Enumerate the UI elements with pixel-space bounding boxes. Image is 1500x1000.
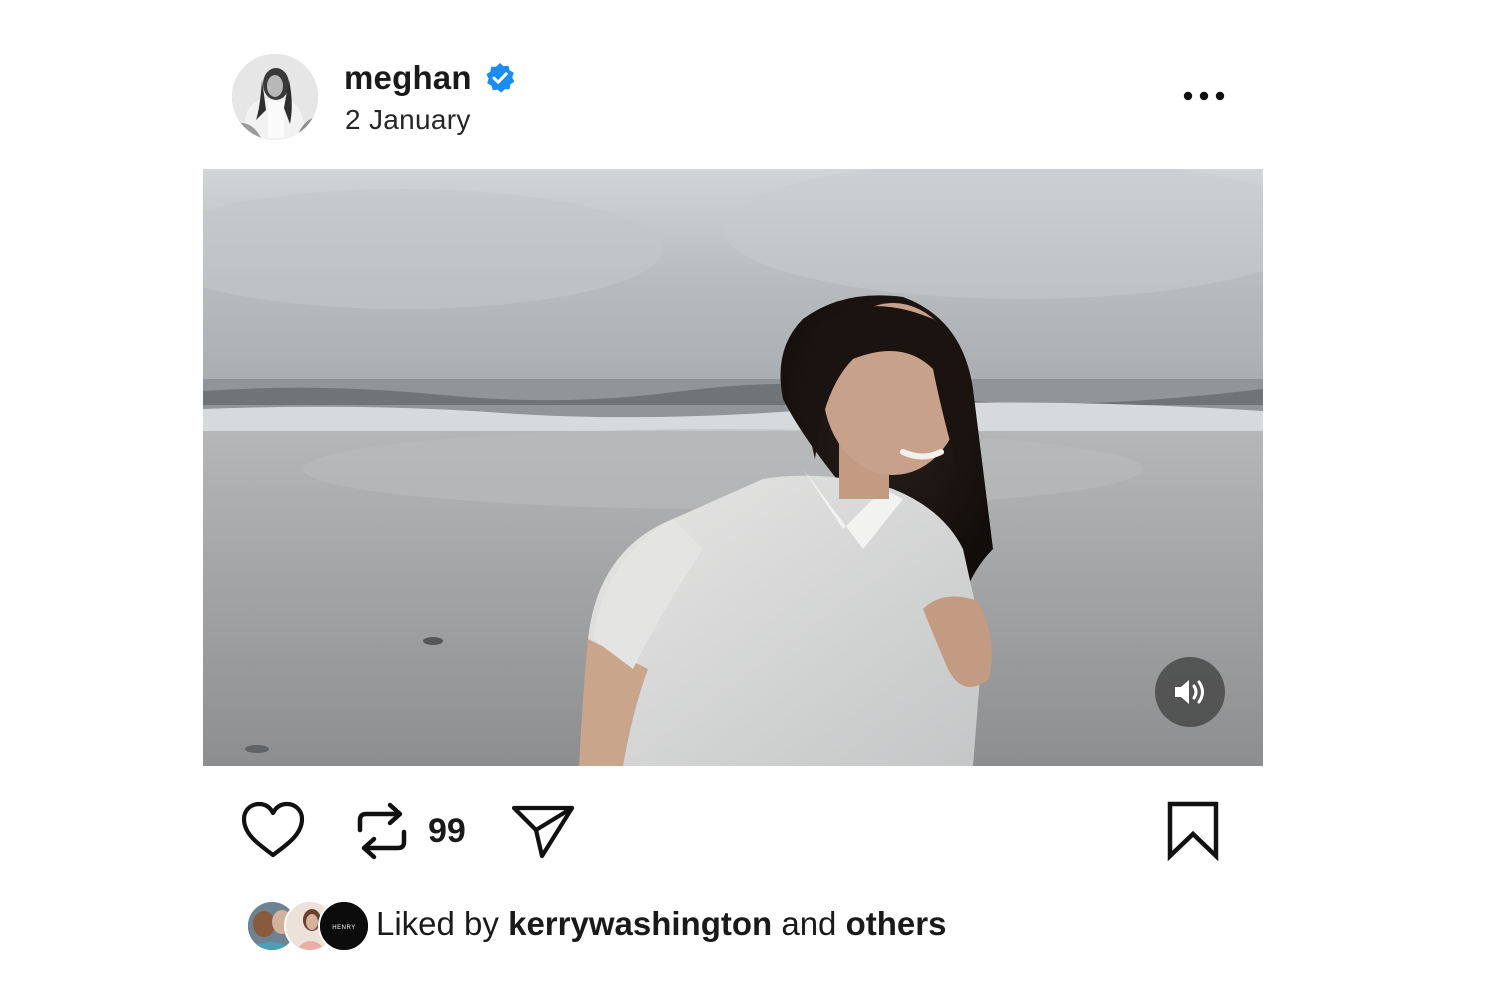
verified-badge-icon xyxy=(484,62,516,94)
post-video[interactable] xyxy=(203,169,1263,766)
liked-by-connector: and xyxy=(781,905,837,942)
like-button[interactable] xyxy=(240,800,306,862)
heart-outline-icon xyxy=(241,801,305,858)
username[interactable]: meghan xyxy=(344,59,472,97)
liker-avatar-henry: HENRY xyxy=(318,900,370,952)
bookmark-outline-icon xyxy=(1167,801,1219,862)
liked-by-prefix: Liked by xyxy=(376,905,499,942)
liked-by-others-link[interactable]: others xyxy=(846,905,947,942)
save-button[interactable] xyxy=(1164,800,1222,862)
likes-summary[interactable]: HENRY Liked by kerrywashington and other… xyxy=(246,898,946,952)
profile-avatar[interactable] xyxy=(232,54,318,140)
username-row: meghan xyxy=(344,58,516,98)
repost-count: 99 xyxy=(428,811,466,850)
repost-button[interactable]: 99 xyxy=(354,800,466,862)
speaker-on-icon xyxy=(1175,680,1204,704)
liked-by-text: Liked by kerrywashington and others xyxy=(376,905,946,943)
post-card: meghan 2 January 99 HENRY Liked by kerry… xyxy=(0,0,1500,1000)
liker-avatar-henry-text: HENRY xyxy=(332,925,355,931)
liked-by-user-link[interactable]: kerrywashington xyxy=(508,905,772,942)
paper-plane-icon xyxy=(511,805,575,859)
share-button[interactable] xyxy=(510,800,576,862)
more-options-button[interactable] xyxy=(1176,78,1232,114)
more-horizontal-icon xyxy=(1183,91,1225,101)
avatar-image xyxy=(232,54,318,140)
post-date: 2 January xyxy=(345,104,471,135)
liker-avatars: HENRY xyxy=(246,898,370,952)
sound-toggle-button[interactable] xyxy=(1155,657,1225,727)
video-frame xyxy=(203,169,1263,766)
repost-icon xyxy=(357,802,407,860)
